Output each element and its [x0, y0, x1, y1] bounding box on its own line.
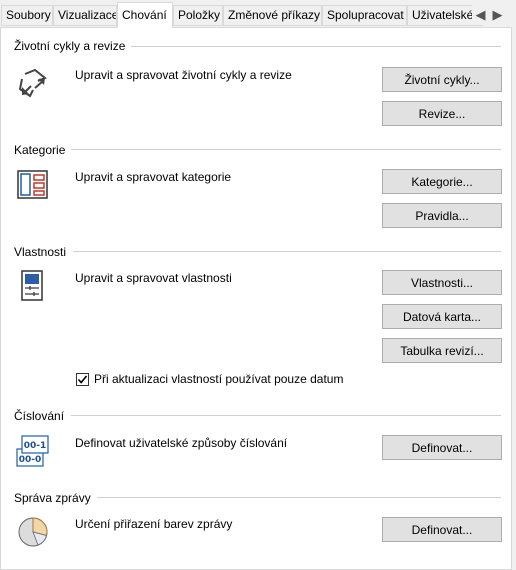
category-icon — [16, 168, 50, 202]
properties-icon — [16, 269, 50, 303]
section-divider — [131, 46, 501, 47]
scroll-left-icon[interactable]: ◀ — [472, 5, 489, 25]
tab-zmenove-prikazy[interactable]: Změnové příkazy — [223, 5, 322, 26]
datasheet-button[interactable]: Datová karta... — [382, 304, 502, 329]
tab-vizualizace[interactable]: Vizualizace — [53, 5, 117, 26]
checkmark-icon — [77, 374, 88, 384]
lifecycle-description: Upravit a spravovat životní cykly a revi… — [75, 68, 292, 82]
section-title-category: Kategorie — [14, 143, 72, 157]
pie-chart-icon — [16, 515, 50, 549]
numbering-icon: 00-1 00-0 — [16, 433, 50, 467]
tab-polozky[interactable]: Položky — [173, 5, 223, 26]
numbering-description: Definovat uživatelské způsoby číslování — [75, 436, 288, 450]
report-description: Určení přiřazení barev zprávy — [75, 517, 233, 531]
report-define-button[interactable]: Definovat... — [382, 517, 502, 542]
category-description: Upravit a spravovat kategorie — [75, 170, 232, 184]
lifecycle-icon — [16, 66, 50, 100]
lifecycles-button[interactable]: Životní cykly... — [382, 67, 502, 92]
svg-text:00-1: 00-1 — [24, 441, 47, 451]
tab-chovani[interactable]: Chování — [117, 2, 173, 28]
numbering-define-button[interactable]: Definovat... — [382, 435, 502, 460]
section-title-numbering: Číslování — [14, 409, 71, 423]
rules-button[interactable]: Pravidla... — [382, 203, 502, 228]
section-title-properties: Vlastnosti — [14, 245, 73, 259]
properties-button[interactable]: Vlastnosti... — [382, 270, 502, 295]
tab-soubory[interactable]: Soubory — [1, 5, 53, 26]
tab-scroll-arrows: ◀ ▶ — [472, 5, 506, 25]
section-title-report: Správa zprávy — [14, 491, 97, 505]
section-divider — [71, 415, 501, 416]
tab-strip: Soubory Vizualizace Chování Položky Změn… — [0, 0, 516, 28]
section-title-lifecycle: Životní cykly a revize — [14, 39, 132, 53]
tab-spolupracovat[interactable]: Spolupracovat — [322, 5, 407, 26]
categories-button[interactable]: Kategorie... — [382, 169, 502, 194]
revisions-button[interactable]: Revize... — [382, 101, 502, 126]
properties-description: Upravit a spravovat vlastnosti — [75, 271, 232, 285]
date-only-checkbox-row[interactable]: Při aktualizaci vlastností používat pouz… — [76, 372, 343, 386]
revision-table-button[interactable]: Tabulka revizí... — [382, 338, 502, 363]
section-divider — [94, 497, 501, 498]
svg-text:00-0: 00-0 — [19, 455, 42, 465]
date-only-checkbox[interactable] — [76, 372, 89, 386]
scroll-right-icon[interactable]: ▶ — [489, 5, 506, 25]
date-only-checkbox-label: Při aktualizaci vlastností používat pouz… — [94, 372, 344, 386]
section-divider — [71, 149, 501, 150]
section-divider — [73, 251, 501, 252]
behavior-panel: Životní cykly a revize Upravit a spravov… — [0, 27, 512, 570]
